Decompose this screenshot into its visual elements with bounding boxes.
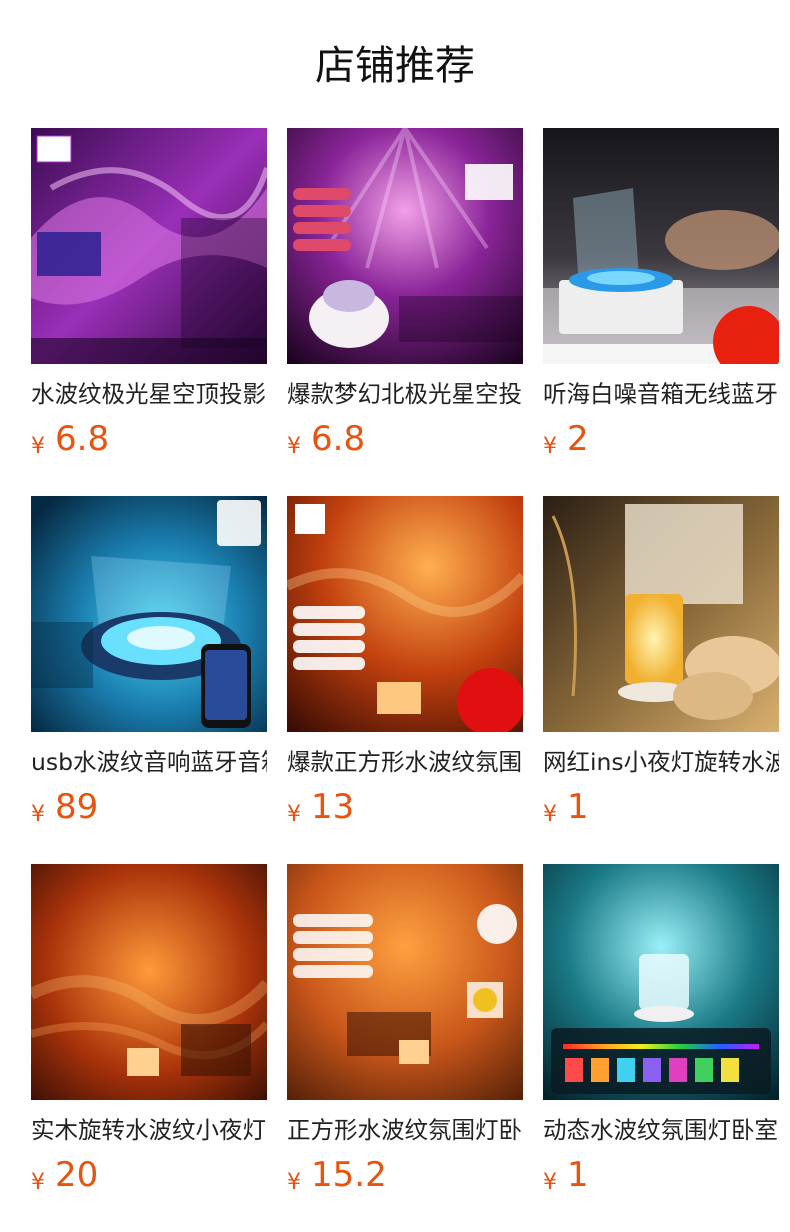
price-value: 13 <box>311 787 355 827</box>
currency-symbol: ¥ <box>543 802 557 827</box>
currency-symbol: ¥ <box>31 434 45 459</box>
product-name[interactable]: 爆款梦幻北极光星空投影灯 <box>287 374 523 414</box>
price-value: 1 <box>567 787 589 827</box>
product-card[interactable]: 实木旋转水波纹小夜灯 ¥ 20 <box>31 864 267 1204</box>
currency-symbol: ¥ <box>543 434 557 459</box>
currency-symbol: ¥ <box>287 1170 301 1195</box>
price-value: 6.8 <box>55 419 110 459</box>
product-image[interactable] <box>31 864 267 1100</box>
price-value: 1 <box>567 1155 589 1195</box>
product-card[interactable]: 听海白噪音箱无线蓝牙音响 ¥ 2 <box>543 128 779 468</box>
product-image[interactable] <box>287 864 523 1100</box>
product-image[interactable] <box>543 496 779 732</box>
price-value: 2 <box>567 419 589 459</box>
product-card[interactable]: 爆款梦幻北极光星空投影灯 ¥ 6.8 <box>287 128 523 468</box>
product-name[interactable]: 水波纹极光星空顶投影灯 <box>31 374 267 414</box>
product-card[interactable]: 动态水波纹氛围灯卧室床头 ¥ 1 <box>543 864 779 1204</box>
product-card[interactable]: 正方形水波纹氛围灯卧室 ¥ 15.2 <box>287 864 523 1204</box>
product-name[interactable]: 听海白噪音箱无线蓝牙音响 <box>543 374 779 414</box>
product-image[interactable] <box>287 496 523 732</box>
price-value: 15.2 <box>311 1155 387 1195</box>
price-value: 89 <box>55 787 99 827</box>
currency-symbol: ¥ <box>31 802 45 827</box>
product-card[interactable]: 爆款正方形水波纹氛围灯 ¥ 13 <box>287 496 523 836</box>
product-card[interactable]: 网红ins小夜灯旋转水波纹 ¥ 1 <box>543 496 779 836</box>
currency-symbol: ¥ <box>287 434 301 459</box>
product-image[interactable] <box>543 864 779 1100</box>
product-image[interactable] <box>31 128 267 364</box>
product-grid: 水波纹极光星空顶投影灯 ¥ 6.8 爆款梦幻北极光星空投 ¥ 6.8 听海白噪音… <box>0 0 790 1232</box>
currency-symbol: ¥ <box>31 1170 45 1195</box>
product-card[interactable]: 水波纹极光星空顶投影灯 ¥ 6.8 <box>31 128 267 468</box>
product-name[interactable]: usb水波纹音响蓝牙音箱 <box>31 742 267 782</box>
product-name[interactable]: 网红ins小夜灯旋转水波纹 <box>543 742 779 782</box>
product-name[interactable]: 正方形水波纹氛围灯卧室 <box>287 1110 523 1150</box>
currency-symbol: ¥ <box>543 1170 557 1195</box>
product-name[interactable]: 爆款正方形水波纹氛围灯 <box>287 742 523 782</box>
product-image[interactable] <box>31 496 267 732</box>
product-name[interactable]: 动态水波纹氛围灯卧室床头 <box>543 1110 779 1150</box>
price-value: 6.8 <box>311 419 366 459</box>
product-name[interactable]: 实木旋转水波纹小夜灯 <box>31 1110 267 1150</box>
price-value: 20 <box>55 1155 99 1195</box>
product-card[interactable]: usb水波纹音响蓝牙音箱 ¥ 89 <box>31 496 267 836</box>
product-image[interactable] <box>543 128 779 364</box>
product-image[interactable] <box>287 128 523 364</box>
currency-symbol: ¥ <box>287 802 301 827</box>
